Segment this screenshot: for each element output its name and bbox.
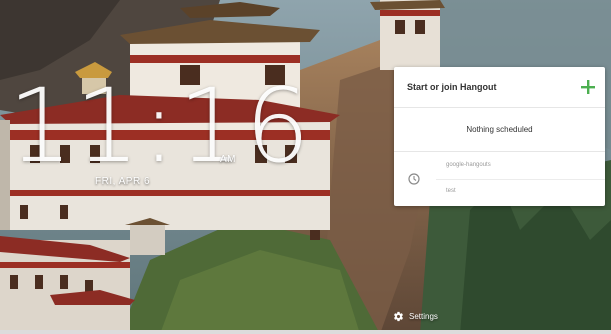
card-header: Start or join Hangout — [394, 67, 605, 108]
clock-date: FRI, APR 6 — [95, 176, 151, 187]
event-divider — [436, 179, 605, 180]
clock-time: 11:16 — [8, 67, 312, 186]
empty-state-text: Nothing scheduled — [394, 108, 605, 152]
gear-icon — [394, 311, 403, 321]
clock-ampm: AM — [220, 154, 236, 165]
plus-icon[interactable] — [580, 79, 596, 95]
event-calendar-name: google-hangouts — [446, 162, 491, 168]
bottom-frame — [0, 330, 611, 334]
settings-button[interactable]: Settings — [393, 309, 438, 323]
settings-label: Settings — [409, 311, 438, 321]
hangouts-card: Start or join Hangout Nothing scheduled … — [394, 67, 605, 206]
card-title: Start or join Hangout — [407, 82, 497, 92]
event-title: test — [446, 188, 456, 194]
clock-icon — [408, 173, 420, 185]
scheduled-event[interactable]: google-hangouts test — [394, 153, 605, 206]
